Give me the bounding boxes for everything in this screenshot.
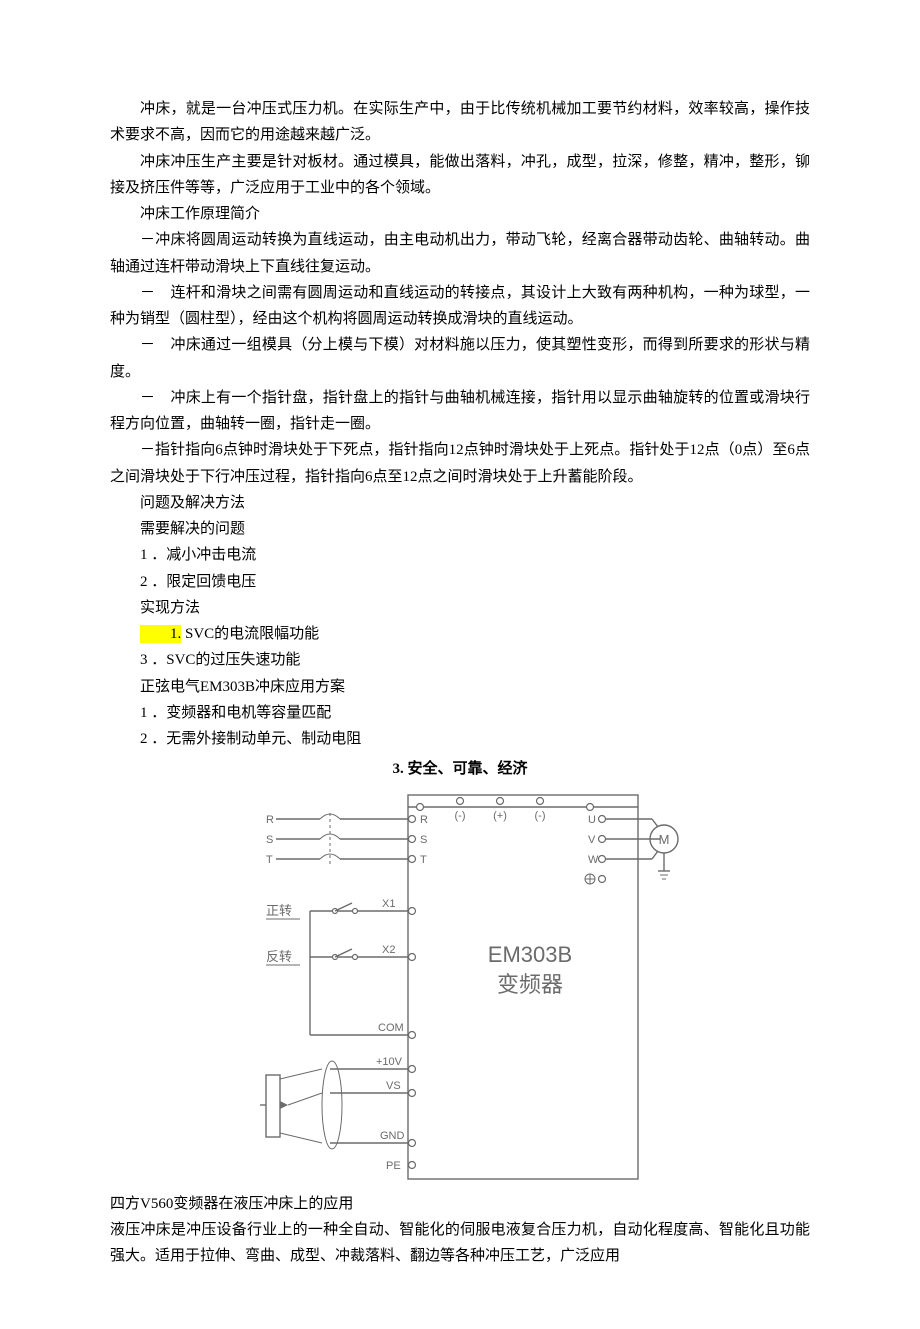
paragraph: －冲床将圆周运动转换为直线运动，由主电动机出力，带动飞轮，经离合器带动齿轮、曲轴… <box>110 227 810 280</box>
diagram-title-line1: EM303B <box>488 942 572 967</box>
svg-text:W: W <box>588 854 599 866</box>
list-item: 1. SVC的电流限幅功能 <box>110 621 810 647</box>
list-item: 3 ．SVC的过压失速功能 <box>110 647 810 673</box>
highlighted-text: 1. <box>140 625 181 643</box>
svg-text:反转: 反转 <box>266 949 292 964</box>
svg-text:X2: X2 <box>382 944 395 956</box>
subheading: 需要解决的问题 <box>110 516 810 542</box>
top-terminals <box>417 797 594 810</box>
svg-text:U: U <box>588 814 596 826</box>
paragraph: 冲床，就是一台冲压式压力机。在实际生产中，由于比传统机械加工要节约材料，效率较高… <box>110 96 810 149</box>
motor-label: M <box>659 832 670 847</box>
svg-text:正转: 正转 <box>266 903 292 918</box>
svg-text:S: S <box>266 834 273 846</box>
paragraph: －指针指向6点钟时滑块处于下死点，指针指向12点钟时滑块处于上死点。指针处于12… <box>110 437 810 490</box>
list-item: 1 ．减小冲击电流 <box>110 542 810 568</box>
list-item: 3. 安全、可靠、经济 <box>110 756 810 782</box>
svg-text:+10V: +10V <box>376 1056 403 1068</box>
potentiometer: +10V VS GND PE <box>260 1056 416 1172</box>
list-item: 2 ．无需外接制动单元、制动电阻 <box>110 726 810 752</box>
paragraph: － 冲床上有一个指针盘，指针盘上的指针与曲轴机械连接，指针用以显示曲轴旋转的位置… <box>110 385 810 438</box>
svg-text:R: R <box>420 814 428 826</box>
label-plus: (+) <box>493 810 507 822</box>
svg-text:X1: X1 <box>382 898 395 910</box>
com-line: COM <box>310 1022 416 1039</box>
diagram-title-line2: 变频器 <box>497 972 563 997</box>
list-item: 2 ．限定回馈电压 <box>110 569 810 595</box>
label-minus: (-) <box>455 810 466 822</box>
label-minus2: (-) <box>535 810 546 822</box>
list-item: 1 ．变频器和电机等容量匹配 <box>110 700 810 726</box>
reverse-switch: 反转 X2 <box>266 911 416 1035</box>
svg-text:PE: PE <box>386 1160 401 1172</box>
svg-text:T: T <box>420 854 427 866</box>
svg-text:VS: VS <box>386 1080 401 1092</box>
power-input-R: R R <box>266 814 428 826</box>
paragraph: － 冲床通过一组模具（分上模与下模）对材料施以压力，使其塑性变形，而得到所要求的… <box>110 332 810 385</box>
section-heading: 问题及解决方法 <box>110 490 810 516</box>
paragraph: － 连杆和滑块之间需有圆周运动和直线运动的转接点，其设计上大致有两种机构，一种为… <box>110 280 810 333</box>
earth-icon <box>585 874 595 884</box>
svg-text:COM: COM <box>378 1022 404 1034</box>
subheading: 实现方法 <box>110 595 810 621</box>
svg-text:V: V <box>588 834 596 846</box>
svg-text:GND: GND <box>380 1130 405 1142</box>
paragraph: 四方V560变频器在液压冲床上的应用 <box>110 1191 810 1217</box>
svg-text:S: S <box>420 834 427 846</box>
forward-switch: 正转 X1 <box>266 898 416 919</box>
motor-output: U V W M <box>585 814 678 884</box>
power-input-S: S S <box>266 834 427 846</box>
svg-text:R: R <box>266 814 274 826</box>
paragraph: 液压冲床是冲压设备行业上的一种全自动、智能化的伺服电液复合压力机，自动化程度高、… <box>110 1217 810 1270</box>
paragraph: 冲床冲压生产主要是针对板材。通过模具，能做出落料，冲孔，成型，拉深，修整，精冲，… <box>110 149 810 202</box>
list-item-text: SVC的电流限幅功能 <box>181 626 319 642</box>
section-heading: 冲床工作原理简介 <box>110 201 810 227</box>
svg-text:T: T <box>266 854 273 866</box>
wiring-diagram: (-) (+) (-) EM303B 变频器 R R S <box>260 787 680 1187</box>
document-page: 冲床，就是一台冲压式压力机。在实际生产中，由于比传统机械加工要节约材料，效率较高… <box>0 0 920 1329</box>
subheading: 正弦电气EM303B冲床应用方案 <box>110 674 810 700</box>
